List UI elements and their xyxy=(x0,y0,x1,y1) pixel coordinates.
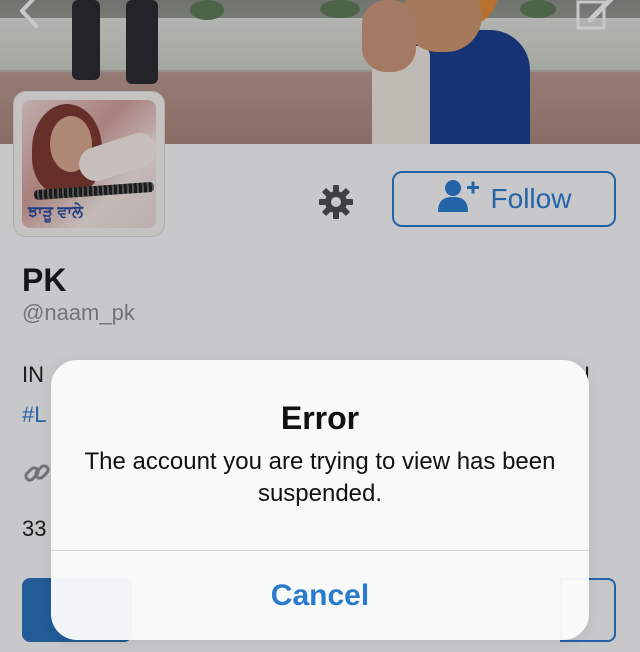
cancel-button[interactable]: Cancel xyxy=(51,551,589,640)
alert-title: Error xyxy=(280,400,360,436)
alert-message: The account you are trying to view has b… xyxy=(84,448,556,507)
error-alert-dialog: Error The account you are trying to view… xyxy=(51,360,589,640)
